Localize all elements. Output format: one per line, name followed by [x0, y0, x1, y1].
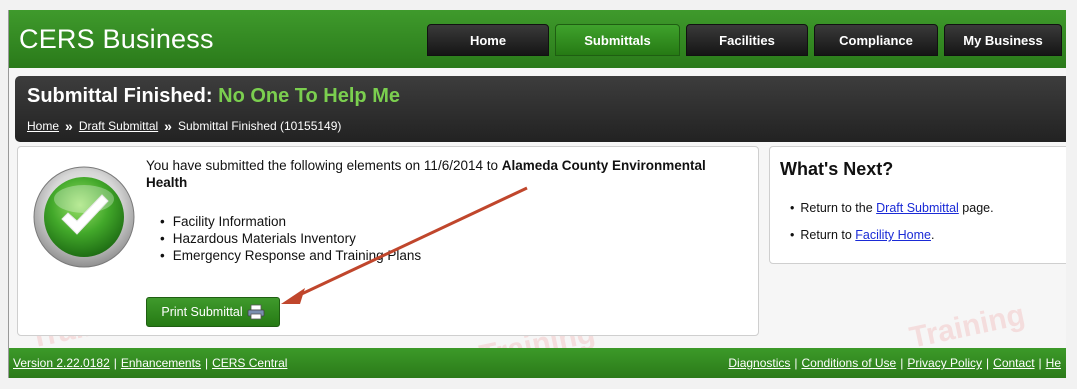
breadcrumb-draft-link[interactable]: Draft Submittal — [79, 119, 158, 133]
nav-my-business[interactable]: My Business — [944, 24, 1062, 56]
contact-link[interactable]: Contact — [993, 356, 1034, 370]
whats-next-list: Return to the Draft Submittal page. Retu… — [790, 195, 994, 249]
breadcrumb-home-link[interactable]: Home — [27, 119, 59, 133]
list-item: Return to Facility Home. — [790, 222, 994, 249]
nav-facilities[interactable]: Facilities — [686, 24, 808, 56]
list-item: Emergency Response and Training Plans — [160, 247, 421, 264]
list-item: Facility Information — [160, 213, 421, 230]
footer-left: Version 2.22.0182 | Enhancements | CERS … — [13, 356, 287, 370]
submission-message: You have submitted the following element… — [146, 157, 750, 191]
whats-next-panel: What's Next? Return to the Draft Submitt… — [769, 146, 1066, 264]
diagnostics-link[interactable]: Diagnostics — [728, 356, 790, 370]
whats-next-text: . — [931, 228, 935, 242]
nav-compliance[interactable]: Compliance — [814, 24, 938, 56]
top-bar: CERS Business Home Submittals Facilities… — [9, 10, 1066, 68]
help-link[interactable]: He — [1046, 356, 1061, 370]
privacy-link[interactable]: Privacy Policy — [907, 356, 982, 370]
main-nav: Home Submittals Facilities Compliance My… — [427, 24, 1062, 56]
cers-central-link[interactable]: CERS Central — [212, 356, 287, 370]
title-bar: Submittal Finished: No One To Help Me Ho… — [15, 76, 1066, 142]
printer-icon — [247, 304, 265, 320]
whats-next-text: Return to the — [800, 201, 877, 215]
list-item: Hazardous Materials Inventory — [160, 230, 421, 247]
draft-submittal-link[interactable]: Draft Submittal — [876, 201, 959, 215]
submission-message-text: You have submitted the following element… — [146, 158, 502, 173]
footer-divider: | — [986, 356, 990, 370]
print-submittal-label: Print Submittal — [161, 305, 243, 319]
nav-submittals[interactable]: Submittals — [555, 24, 680, 56]
nav-home[interactable]: Home — [427, 24, 549, 56]
screenshot-frame: Training Training Training CERS Business… — [0, 0, 1077, 389]
footer: Version 2.22.0182 | Enhancements | CERS … — [9, 348, 1066, 378]
facility-name: No One To Help Me — [218, 85, 400, 107]
page-title: Submittal Finished: No One To Help Me — [27, 85, 400, 108]
breadcrumb-current: Submittal Finished (10155149) — [177, 119, 342, 133]
submitted-elements-list: Facility Information Hazardous Materials… — [160, 213, 421, 264]
facility-home-link[interactable]: Facility Home — [855, 228, 931, 242]
footer-divider: | — [794, 356, 798, 370]
version-link[interactable]: Version 2.22.0182 — [13, 356, 110, 370]
list-item: Return to the Draft Submittal page. — [790, 195, 994, 222]
app-logo[interactable]: CERS Business — [19, 24, 214, 55]
footer-divider: | — [1038, 356, 1042, 370]
whats-next-heading: What's Next? — [780, 159, 894, 179]
breadcrumb-separator: » — [65, 118, 73, 134]
conditions-link[interactable]: Conditions of Use — [802, 356, 897, 370]
print-submittal-button[interactable]: Print Submittal — [146, 297, 280, 327]
footer-divider: | — [113, 356, 117, 370]
footer-right: Diagnostics | Conditions of Use | Privac… — [728, 356, 1061, 370]
footer-divider: | — [204, 356, 209, 370]
submittal-result-card: You have submitted the following element… — [17, 146, 759, 336]
breadcrumb-separator: » — [164, 118, 172, 134]
success-check-icon — [33, 166, 135, 268]
breadcrumb: Home » Draft Submittal » Submittal Finis… — [27, 118, 341, 134]
enhancements-link[interactable]: Enhancements — [121, 356, 201, 370]
page: Training Training Training CERS Business… — [8, 10, 1066, 378]
footer-divider: | — [900, 356, 904, 370]
whats-next-text: page. — [958, 201, 994, 215]
page-title-prefix: Submittal Finished: — [27, 85, 219, 107]
whats-next-text: Return to — [800, 228, 856, 242]
